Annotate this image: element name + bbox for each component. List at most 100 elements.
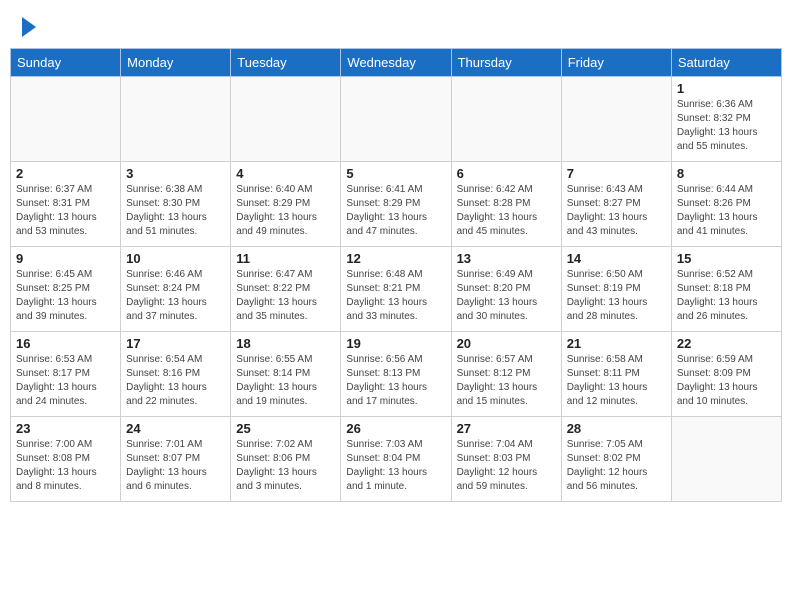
calendar-cell: [231, 76, 341, 161]
calendar-cell: 7Sunrise: 6:43 AM Sunset: 8:27 PM Daylig…: [561, 161, 671, 246]
day-info: Sunrise: 6:36 AM Sunset: 8:32 PM Dayligh…: [677, 98, 776, 154]
calendar-header-saturday: Saturday: [671, 48, 781, 76]
calendar-cell: 18 Sunrise: 6:55 AM Sunset: 8:14 PM Dayli…: [231, 331, 341, 416]
calendar-cell: 25 Sunrise: 7:02 AM Sunset: 8:06 PM Dayli…: [231, 416, 341, 501]
day-number: 9: [16, 251, 115, 266]
day-info: Sunrise: 6:59 AM Sunset: 8:09 PM Dayligh…: [677, 353, 776, 409]
calendar-table: SundayMondayTuesdayWednesdayThursdayFrid…: [10, 48, 782, 502]
day-info: Sunrise: 6:55 AM Sunset: 8:14 PM Dayligh…: [236, 353, 335, 409]
calendar-cell: 1 Sunrise: 6:36 AM Sunset: 8:32 PM Daylig…: [671, 76, 781, 161]
day-info: Sunrise: 6:54 AM Sunset: 8:16 PM Dayligh…: [126, 353, 225, 409]
calendar-cell: 27 Sunrise: 7:04 AM Sunset: 8:03 PM Dayli…: [451, 416, 561, 501]
calendar-cell: [671, 416, 781, 501]
calendar-cell: 13 Sunrise: 6:49 AM Sunset: 8:20 PM Dayli…: [451, 246, 561, 331]
day-info: Sunrise: 7:01 AM Sunset: 8:07 PM Dayligh…: [126, 438, 225, 494]
day-number: 2: [16, 166, 115, 181]
day-info: Sunrise: 6:56 AM Sunset: 8:13 PM Dayligh…: [346, 353, 445, 409]
day-number: 3: [126, 166, 225, 181]
day-info: Sunrise: 6:46 AM Sunset: 8:24 PM Dayligh…: [126, 268, 225, 324]
day-info: Sunrise: 7:00 AM Sunset: 8:08 PM Dayligh…: [16, 438, 115, 494]
day-info: Sunrise: 7:03 AM Sunset: 8:04 PM Dayligh…: [346, 438, 445, 494]
day-number: 23: [16, 421, 115, 436]
logo-arrow-icon: [22, 17, 36, 37]
day-number: 5: [346, 166, 445, 181]
day-number: 12: [346, 251, 445, 266]
day-number: 22: [677, 336, 776, 351]
calendar-cell: 28 Sunrise: 7:05 AM Sunset: 8:02 PM Dayli…: [561, 416, 671, 501]
day-info: Sunrise: 6:49 AM Sunset: 8:20 PM Dayligh…: [457, 268, 556, 324]
day-number: 7: [567, 166, 666, 181]
day-number: 11: [236, 251, 335, 266]
calendar-header-thursday: Thursday: [451, 48, 561, 76]
calendar-cell: 8Sunrise: 6:44 AM Sunset: 8:26 PM Daylig…: [671, 161, 781, 246]
day-number: 18: [236, 336, 335, 351]
calendar-header-row: SundayMondayTuesdayWednesdayThursdayFrid…: [11, 48, 782, 76]
calendar-cell: [561, 76, 671, 161]
calendar-cell: [121, 76, 231, 161]
page-header: [10, 10, 782, 44]
day-number: 4: [236, 166, 335, 181]
calendar-cell: 21Sunrise: 6:58 AM Sunset: 8:11 PM Dayli…: [561, 331, 671, 416]
calendar-week-row-1: 2 Sunrise: 6:37 AM Sunset: 8:31 PM Daylig…: [11, 161, 782, 246]
day-number: 24: [126, 421, 225, 436]
day-info: Sunrise: 6:48 AM Sunset: 8:21 PM Dayligh…: [346, 268, 445, 324]
day-number: 13: [457, 251, 556, 266]
calendar-cell: [11, 76, 121, 161]
day-info: Sunrise: 6:40 AM Sunset: 8:29 PM Dayligh…: [236, 183, 335, 239]
day-number: 26: [346, 421, 445, 436]
day-info: Sunrise: 7:05 AM Sunset: 8:02 PM Dayligh…: [567, 438, 666, 494]
day-info: Sunrise: 6:53 AM Sunset: 8:17 PM Dayligh…: [16, 353, 115, 409]
day-info: Sunrise: 6:38 AM Sunset: 8:30 PM Dayligh…: [126, 183, 225, 239]
calendar-week-row-4: 23 Sunrise: 7:00 AM Sunset: 8:08 PM Dayli…: [11, 416, 782, 501]
day-info: Sunrise: 6:42 AM Sunset: 8:28 PM Dayligh…: [457, 183, 556, 239]
calendar-cell: 24 Sunrise: 7:01 AM Sunset: 8:07 PM Dayli…: [121, 416, 231, 501]
day-info: Sunrise: 6:50 AM Sunset: 8:19 PM Dayligh…: [567, 268, 666, 324]
day-info: Sunrise: 6:45 AM Sunset: 8:25 PM Dayligh…: [16, 268, 115, 324]
day-info: Sunrise: 7:04 AM Sunset: 8:03 PM Dayligh…: [457, 438, 556, 494]
calendar-week-row-2: 9 Sunrise: 6:45 AM Sunset: 8:25 PM Daylig…: [11, 246, 782, 331]
day-number: 14: [567, 251, 666, 266]
day-number: 15: [677, 251, 776, 266]
day-number: 21: [567, 336, 666, 351]
calendar-cell: 26 Sunrise: 7:03 AM Sunset: 8:04 PM Dayli…: [341, 416, 451, 501]
calendar-cell: 6 Sunrise: 6:42 AM Sunset: 8:28 PM Daylig…: [451, 161, 561, 246]
day-number: 28: [567, 421, 666, 436]
calendar-header-tuesday: Tuesday: [231, 48, 341, 76]
calendar-cell: 2 Sunrise: 6:37 AM Sunset: 8:31 PM Daylig…: [11, 161, 121, 246]
day-info: Sunrise: 7:02 AM Sunset: 8:06 PM Dayligh…: [236, 438, 335, 494]
calendar-cell: 3 Sunrise: 6:38 AM Sunset: 8:30 PM Daylig…: [121, 161, 231, 246]
calendar-cell: 9 Sunrise: 6:45 AM Sunset: 8:25 PM Daylig…: [11, 246, 121, 331]
calendar-header-wednesday: Wednesday: [341, 48, 451, 76]
calendar-cell: 17 Sunrise: 6:54 AM Sunset: 8:16 PM Dayli…: [121, 331, 231, 416]
calendar-cell: 19 Sunrise: 6:56 AM Sunset: 8:13 PM Dayli…: [341, 331, 451, 416]
calendar-cell: 20Sunrise: 6:57 AM Sunset: 8:12 PM Dayli…: [451, 331, 561, 416]
calendar-cell: 12 Sunrise: 6:48 AM Sunset: 8:21 PM Dayli…: [341, 246, 451, 331]
calendar-week-row-0: 1 Sunrise: 6:36 AM Sunset: 8:32 PM Daylig…: [11, 76, 782, 161]
day-number: 1: [677, 81, 776, 96]
calendar-week-row-3: 16 Sunrise: 6:53 AM Sunset: 8:17 PM Dayli…: [11, 331, 782, 416]
day-info: Sunrise: 6:44 AM Sunset: 8:26 PM Dayligh…: [677, 183, 776, 239]
calendar-header-sunday: Sunday: [11, 48, 121, 76]
calendar-cell: 10 Sunrise: 6:46 AM Sunset: 8:24 PM Dayli…: [121, 246, 231, 331]
day-number: 6: [457, 166, 556, 181]
calendar-cell: 11Sunrise: 6:47 AM Sunset: 8:22 PM Dayli…: [231, 246, 341, 331]
day-info: Sunrise: 6:57 AM Sunset: 8:12 PM Dayligh…: [457, 353, 556, 409]
calendar-cell: 22 Sunrise: 6:59 AM Sunset: 8:09 PM Dayli…: [671, 331, 781, 416]
calendar-cell: [451, 76, 561, 161]
calendar-cell: [341, 76, 451, 161]
calendar-cell: 15 Sunrise: 6:52 AM Sunset: 8:18 PM Dayli…: [671, 246, 781, 331]
calendar-header-monday: Monday: [121, 48, 231, 76]
calendar-cell: 5Sunrise: 6:41 AM Sunset: 8:29 PM Daylig…: [341, 161, 451, 246]
day-number: 16: [16, 336, 115, 351]
calendar-cell: 4 Sunrise: 6:40 AM Sunset: 8:29 PM Daylig…: [231, 161, 341, 246]
calendar-cell: 14 Sunrise: 6:50 AM Sunset: 8:19 PM Dayli…: [561, 246, 671, 331]
calendar-cell: 23 Sunrise: 7:00 AM Sunset: 8:08 PM Dayli…: [11, 416, 121, 501]
day-info: Sunrise: 6:52 AM Sunset: 8:18 PM Dayligh…: [677, 268, 776, 324]
day-number: 27: [457, 421, 556, 436]
day-number: 25: [236, 421, 335, 436]
day-number: 17: [126, 336, 225, 351]
day-number: 19: [346, 336, 445, 351]
day-number: 10: [126, 251, 225, 266]
calendar-header-friday: Friday: [561, 48, 671, 76]
day-info: Sunrise: 6:37 AM Sunset: 8:31 PM Dayligh…: [16, 183, 115, 239]
